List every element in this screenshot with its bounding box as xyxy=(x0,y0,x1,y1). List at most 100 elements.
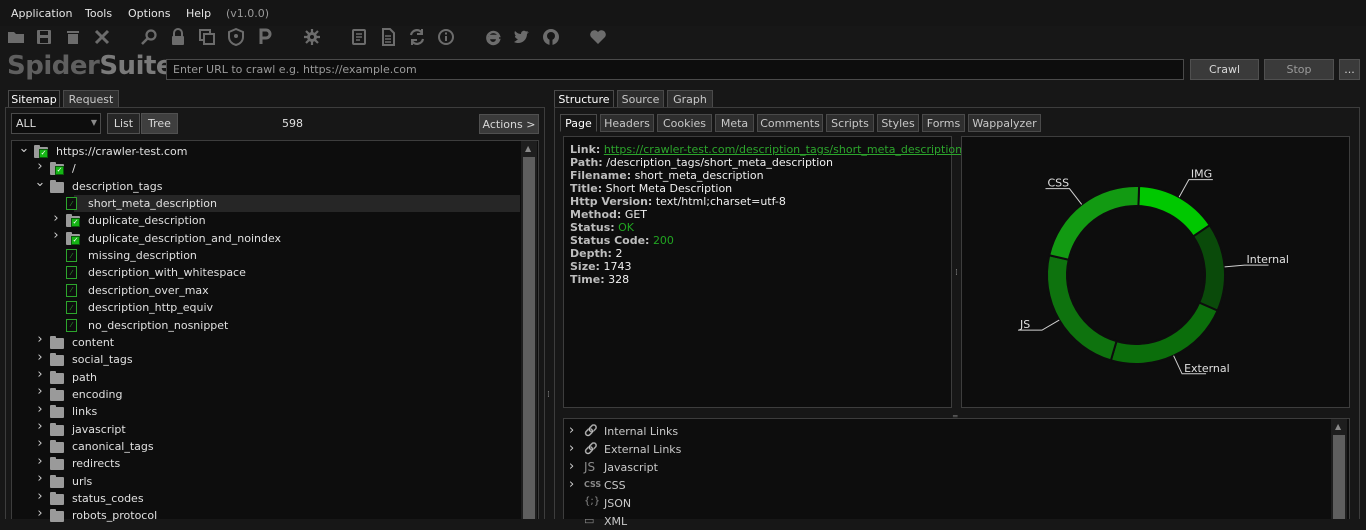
resource-row[interactable]: › 🔗 External Links xyxy=(566,440,1326,458)
subtab-cookies[interactable]: Cookies xyxy=(657,114,712,132)
info-icon[interactable] xyxy=(435,26,457,48)
twitter-icon[interactable] xyxy=(511,26,533,48)
tree-row[interactable]: › redirects xyxy=(12,454,520,472)
tree-row[interactable]: › javascript xyxy=(12,419,520,438)
resource-row[interactable]: › CSS CSS xyxy=(566,476,1326,494)
menu-application[interactable]: Application xyxy=(11,7,72,20)
tree-row[interactable]: ⁄ missing_description xyxy=(12,247,520,264)
tree-row[interactable]: ⌄ ✓ https://crawler-test.com xyxy=(12,141,520,160)
menu-help[interactable]: Help xyxy=(186,7,211,20)
sitemap-tree[interactable]: ⌄ ✓ https://crawler-test.com › ✓ / ⌄ descriptio… xyxy=(11,140,539,523)
chevron-right-icon[interactable]: › xyxy=(35,506,45,521)
chevron-right-icon[interactable]: › xyxy=(35,384,45,399)
save-icon[interactable] xyxy=(33,26,55,48)
subtab-comments[interactable]: Comments xyxy=(757,114,823,132)
subtab-scripts[interactable]: Scripts xyxy=(826,114,874,132)
subtab-wappalyzer[interactable]: Wappalyzer xyxy=(968,114,1041,132)
scroll-up-icon[interactable]: ▲ xyxy=(525,144,531,153)
subtab-headers[interactable]: Headers xyxy=(600,114,654,132)
tree-row[interactable]: ⌄ description_tags xyxy=(12,175,520,195)
resource-row[interactable]: {;} JSON xyxy=(566,494,1326,512)
view-tree-button[interactable]: Tree xyxy=(141,113,178,134)
subtab-meta[interactable]: Meta xyxy=(715,114,754,132)
tree-row[interactable]: › content xyxy=(12,332,520,351)
chevron-right-icon[interactable]: › xyxy=(51,211,61,226)
close-icon[interactable] xyxy=(91,26,113,48)
chevron-right-icon[interactable]: › xyxy=(569,477,574,492)
search-icon[interactable] xyxy=(138,26,160,48)
chevron-right-icon[interactable]: › xyxy=(35,454,45,469)
chevron-right-icon[interactable]: › xyxy=(569,441,574,456)
tree-row[interactable]: › ✓ duplicate_description xyxy=(12,211,520,229)
stop-button[interactable]: Stop xyxy=(1264,59,1334,80)
tree-row[interactable]: › path xyxy=(12,367,520,386)
document-icon[interactable] xyxy=(377,26,399,48)
chevron-right-icon[interactable]: › xyxy=(569,459,574,474)
chevron-right-icon[interactable]: › xyxy=(35,402,45,417)
chevron-right-icon[interactable]: › xyxy=(35,436,45,451)
resource-row[interactable]: ▭ XML xyxy=(566,512,1326,530)
resource-row[interactable]: › 🔗 Internal Links xyxy=(566,422,1326,440)
url-input[interactable] xyxy=(166,59,1184,80)
page-link[interactable]: https://crawler-test.com/description_tag… xyxy=(604,143,962,156)
horizontal-splitter-handle[interactable]: ⁞ xyxy=(955,268,958,278)
tree-row[interactable]: › ✓ duplicate_description_and_noindex xyxy=(12,228,520,247)
p-icon[interactable] xyxy=(254,26,276,48)
chevron-right-icon[interactable]: › xyxy=(35,350,45,365)
tab-graph[interactable]: Graph xyxy=(667,90,713,108)
chevron-right-icon[interactable]: › xyxy=(35,159,45,174)
view-list-button[interactable]: List xyxy=(107,113,140,134)
heart-icon[interactable] xyxy=(587,26,609,48)
scroll-up-icon[interactable]: ▲ xyxy=(1335,422,1341,431)
tab-structure[interactable]: Structure xyxy=(554,90,614,108)
copy-icon[interactable] xyxy=(196,26,218,48)
shield-icon[interactable] xyxy=(225,26,247,48)
tree-row[interactable]: › ✓ / xyxy=(12,159,520,177)
more-button[interactable]: ... xyxy=(1339,59,1360,80)
chevron-down-icon[interactable]: ⌄ xyxy=(35,175,46,190)
donut-slice-css[interactable] xyxy=(1048,185,1141,261)
tree-scrollbar[interactable]: ▲ xyxy=(521,141,537,519)
vertical-splitter-handle[interactable]: ⁞ xyxy=(547,390,550,400)
chevron-right-icon[interactable]: › xyxy=(569,423,574,438)
subtab-styles[interactable]: Styles xyxy=(877,114,919,132)
tree-row[interactable]: › social_tags xyxy=(12,350,520,368)
tab-sitemap[interactable]: Sitemap xyxy=(8,90,60,108)
tree-row[interactable]: ⁄ short_meta_description xyxy=(66,195,520,213)
tree-row[interactable]: ⁄ description_http_equiv xyxy=(12,299,520,316)
donut-slice-js[interactable] xyxy=(1046,254,1118,362)
menu-options[interactable]: Options xyxy=(128,7,170,20)
tree-row[interactable]: › links xyxy=(12,402,520,420)
chevron-down-icon[interactable]: ⌄ xyxy=(19,141,30,156)
donut-slice-external[interactable] xyxy=(1109,301,1219,365)
tree-row[interactable]: › urls xyxy=(12,471,520,490)
donut-slice-internal[interactable] xyxy=(1191,223,1226,312)
crawl-button[interactable]: Crawl xyxy=(1190,59,1259,80)
notes-icon[interactable] xyxy=(348,26,370,48)
resources-scroll-thumb[interactable] xyxy=(1333,435,1345,519)
donut-slice-img[interactable] xyxy=(1137,185,1212,238)
tree-row[interactable]: › encoding xyxy=(12,384,520,403)
tree-row[interactable]: ⁄ description_over_max xyxy=(12,282,520,299)
tree-scroll-thumb[interactable] xyxy=(523,157,535,519)
trash-icon[interactable] xyxy=(62,26,84,48)
chevron-right-icon[interactable]: › xyxy=(35,419,45,434)
tree-row[interactable]: › robots_protocol xyxy=(12,506,520,524)
subtab-page[interactable]: Page xyxy=(560,114,597,132)
chevron-right-icon[interactable]: › xyxy=(35,367,45,382)
lock-icon[interactable] xyxy=(167,26,189,48)
subtab-forms[interactable]: Forms xyxy=(922,114,965,132)
tab-request[interactable]: Request xyxy=(63,90,119,108)
folder-icon[interactable] xyxy=(5,26,27,48)
tree-row[interactable]: › canonical_tags xyxy=(12,436,520,455)
chevron-right-icon[interactable]: › xyxy=(35,471,45,486)
actions-button[interactable]: Actions > xyxy=(479,114,539,134)
filter-select[interactable]: ALL ▼ xyxy=(11,113,101,134)
menu-tools[interactable]: Tools xyxy=(85,7,112,20)
tree-row[interactable]: ⁄ no_description_nosnippet xyxy=(12,317,520,334)
tree-row[interactable]: ⁄ description_with_whitespace xyxy=(12,264,520,281)
tree-row[interactable]: › status_codes xyxy=(12,489,520,507)
chevron-right-icon[interactable]: › xyxy=(35,489,45,504)
sync-icon[interactable] xyxy=(406,26,428,48)
chevron-right-icon[interactable]: › xyxy=(35,332,45,347)
